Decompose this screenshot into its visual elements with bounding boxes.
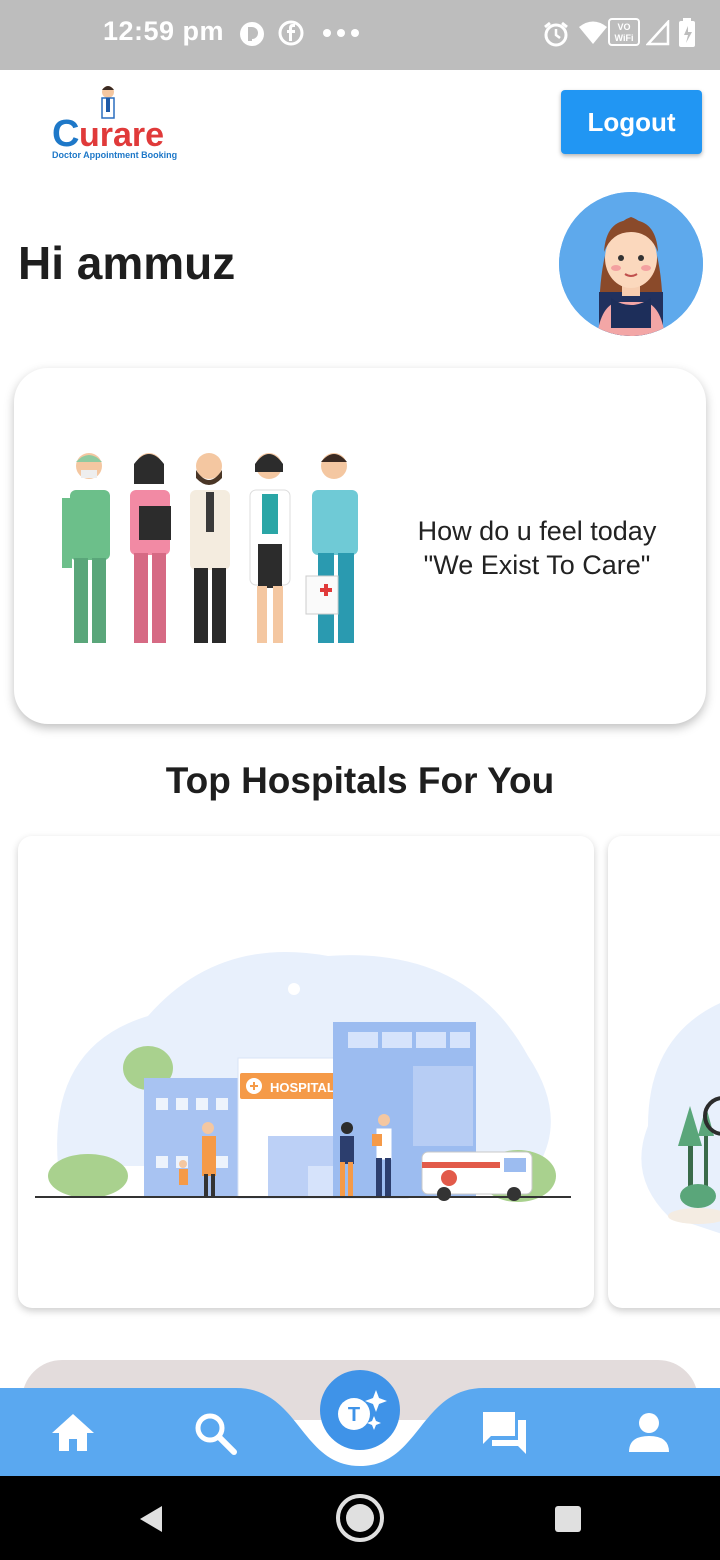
hospital-illustration: HOSPITAL: [35, 952, 571, 1202]
wifi-icon: [579, 21, 607, 44]
signal-icon: [646, 20, 670, 46]
facebook-icon: [278, 20, 304, 46]
home-button-icon[interactable]: [334, 1492, 386, 1544]
status-time: 12:59 pm: [103, 16, 225, 46]
app-logo: C urare Doctor Appointment Booking: [50, 84, 200, 164]
medical-staff-illustration: [62, 453, 358, 643]
svg-text:T: T: [348, 1404, 360, 1426]
assistant-icon: T: [338, 1390, 387, 1430]
hospital-sign-text: HOSPITAL: [270, 1080, 335, 1095]
park-illustration: [641, 1003, 720, 1234]
home-icon[interactable]: [48, 1408, 98, 1458]
welcome-card: How do u feel today "We Exist To Care": [14, 368, 706, 724]
search-icon[interactable]: [190, 1408, 240, 1458]
section-title-top-hospitals: Top Hospitals For You: [165, 760, 555, 801]
battery-icon: [679, 18, 695, 47]
svg-text:urare: urare: [79, 116, 164, 154]
svg-text:Doctor Appointment Booking: Doctor Appointment Booking: [52, 150, 177, 160]
svg-text:VO: VO: [617, 22, 630, 32]
hospital-card[interactable]: [608, 836, 720, 1308]
greeting-title: Hi ammuz: [18, 237, 236, 289]
welcome-line-1: How do u feel today: [417, 516, 657, 546]
svg-text:WiFi: WiFi: [615, 33, 634, 43]
back-icon[interactable]: [136, 1504, 166, 1534]
logo-letter-c: C: [52, 113, 79, 155]
logout-button[interactable]: Logout: [561, 90, 702, 154]
assistant-fab[interactable]: T: [320, 1370, 400, 1450]
notification-icon: [240, 22, 264, 46]
vowifi-icon: VO WiFi: [608, 18, 640, 46]
hospital-card[interactable]: HOSPITAL: [18, 836, 594, 1308]
avatar-illustration: [559, 192, 703, 336]
system-nav-bar: [0, 1476, 720, 1560]
welcome-message: How do u feel today "We Exist To Care": [392, 514, 682, 582]
welcome-line-2: "We Exist To Care": [423, 550, 651, 580]
profile-icon[interactable]: [624, 1408, 674, 1458]
more-dots-icon: [323, 29, 359, 37]
profile-avatar[interactable]: [559, 192, 703, 336]
recents-icon[interactable]: [554, 1505, 582, 1533]
status-bar: 12:59 pm VO WiFi: [0, 0, 720, 70]
chat-icon[interactable]: [480, 1408, 530, 1458]
alarm-icon: [544, 21, 568, 47]
